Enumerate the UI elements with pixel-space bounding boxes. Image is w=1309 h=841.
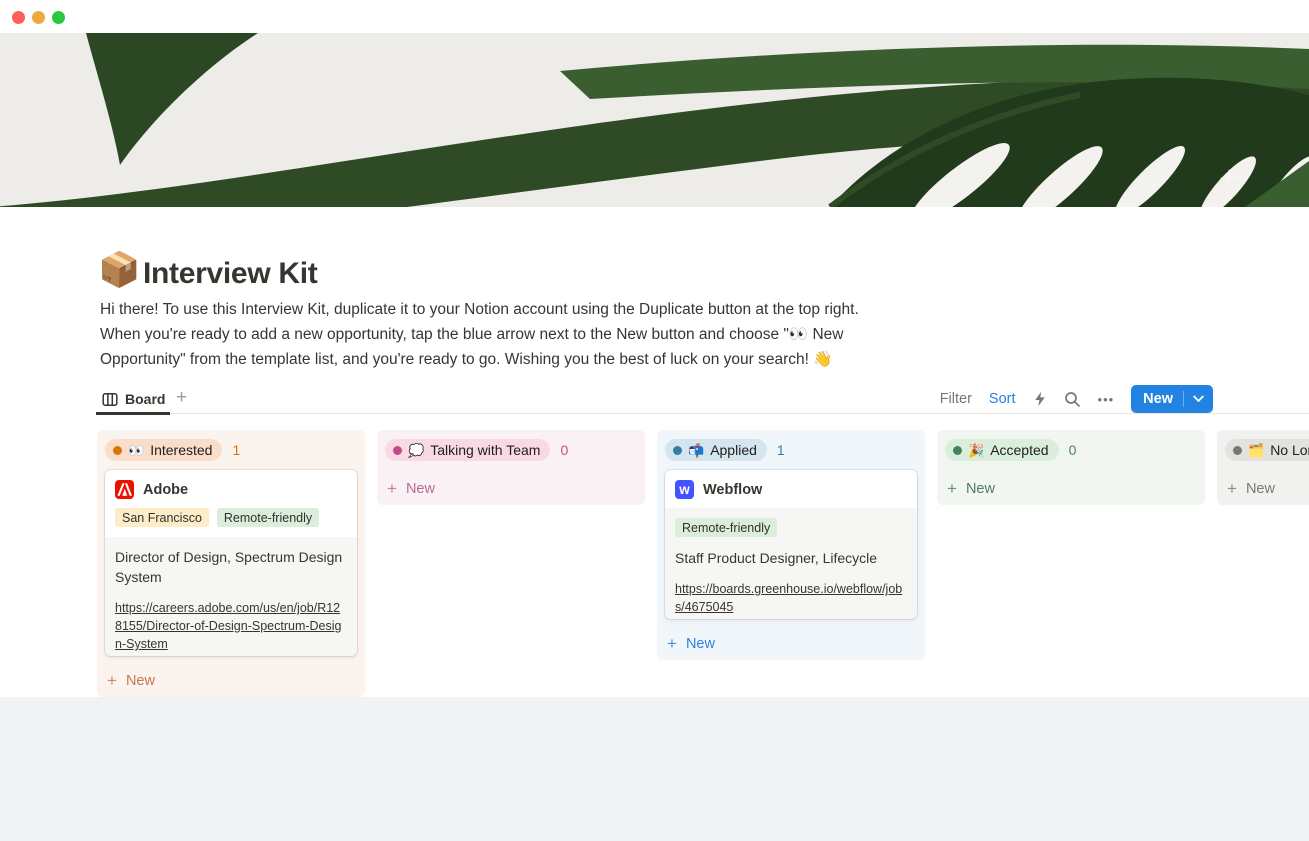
party-popper-emoji-icon: 🎉 bbox=[968, 444, 984, 457]
plus-icon: + bbox=[387, 480, 397, 497]
card-header: Adobe bbox=[105, 470, 357, 508]
column-name: Interested bbox=[150, 442, 212, 458]
adobe-logo-icon bbox=[115, 480, 134, 499]
webflow-logo-icon: w bbox=[675, 480, 694, 499]
board-column-accepted: 🎉 Accepted 0 + New bbox=[937, 430, 1205, 505]
column-header: 👀 Interested 1 bbox=[97, 430, 365, 467]
add-card-label: New bbox=[406, 481, 435, 497]
board-column-interested: 👀 Interested 1 Adobe San Francisco Remot… bbox=[97, 430, 365, 697]
page-content: 📦 Interview Kit Hi there! To use this In… bbox=[0, 207, 1309, 697]
new-button-label: New bbox=[1131, 391, 1183, 407]
add-card-label: New bbox=[126, 673, 155, 689]
add-card-button-accepted[interactable]: + New bbox=[937, 472, 1205, 505]
column-name: No Lon bbox=[1270, 442, 1309, 458]
card-role: Director of Design, Spectrum Design Syst… bbox=[115, 547, 347, 587]
add-card-label: New bbox=[966, 481, 995, 497]
card-index-dividers-emoji-icon: 🗂️ bbox=[1248, 444, 1264, 457]
card-company-name: Webflow bbox=[703, 482, 762, 498]
column-status-pill-talking[interactable]: 💭 Talking with Team bbox=[385, 439, 550, 461]
tag-remote: Remote-friendly bbox=[217, 508, 319, 527]
column-name: Accepted bbox=[990, 442, 1048, 458]
page-title: Interview Kit bbox=[143, 257, 317, 291]
column-header: 📬 Applied 1 bbox=[657, 430, 925, 467]
card-webflow[interactable]: w Webflow Remote-friendly Staff Product … bbox=[665, 470, 917, 619]
status-dot bbox=[673, 446, 682, 455]
window-background bbox=[0, 697, 1309, 841]
status-dot bbox=[953, 446, 962, 455]
add-card-button-no-longer[interactable]: + New bbox=[1217, 472, 1309, 505]
card-role: Staff Product Designer, Lifecycle bbox=[675, 548, 907, 568]
card-adobe[interactable]: Adobe San Francisco Remote-friendly Dire… bbox=[105, 470, 357, 656]
window-minimize-button[interactable] bbox=[32, 11, 45, 24]
more-options-button[interactable]: ••• bbox=[1098, 392, 1115, 407]
column-count: 0 bbox=[1069, 442, 1077, 458]
column-header: 🎉 Accepted 0 bbox=[937, 430, 1205, 467]
active-tab-underline bbox=[96, 412, 170, 415]
add-card-button-interested[interactable]: + New bbox=[97, 664, 365, 697]
board-column-applied: 📬 Applied 1 w Webflow Remote-friendly St… bbox=[657, 430, 925, 660]
plus-icon: + bbox=[947, 480, 957, 497]
board-toolbar: Filter Sort ••• New bbox=[940, 384, 1213, 414]
sort-button[interactable]: Sort bbox=[989, 391, 1016, 407]
card-details: Remote-friendly Staff Product Designer, … bbox=[665, 508, 917, 619]
card-job-link[interactable]: https://boards.greenhouse.io/webflow/job… bbox=[675, 580, 907, 616]
column-count: 0 bbox=[560, 442, 568, 458]
window-titlebar bbox=[0, 0, 1309, 33]
card-company-name: Adobe bbox=[143, 482, 188, 498]
plus-icon: + bbox=[667, 635, 677, 652]
card-details: Director of Design, Spectrum Design Syst… bbox=[105, 537, 357, 656]
add-card-button-applied[interactable]: + New bbox=[657, 627, 925, 660]
card-job-link[interactable]: https://careers.adobe.com/us/en/job/R128… bbox=[115, 599, 347, 653]
add-card-label: New bbox=[686, 636, 715, 652]
plus-icon: + bbox=[107, 672, 117, 689]
status-dot bbox=[113, 446, 122, 455]
page-description: Hi there! To use this Interview Kit, dup… bbox=[100, 297, 866, 372]
card-tags: San Francisco Remote-friendly bbox=[105, 508, 357, 537]
card-tags: Remote-friendly bbox=[675, 518, 907, 537]
eyes-emoji-icon: 👀 bbox=[128, 444, 144, 457]
add-card-button-talking[interactable]: + New bbox=[377, 472, 645, 505]
monstera-leaves-illustration bbox=[0, 33, 1309, 207]
column-count: 1 bbox=[232, 442, 240, 458]
status-dot bbox=[393, 446, 402, 455]
thought-balloon-emoji-icon: 💭 bbox=[408, 444, 424, 457]
automations-bolt-icon[interactable] bbox=[1033, 391, 1047, 407]
card-header: w Webflow bbox=[665, 470, 917, 508]
plus-icon: + bbox=[1227, 480, 1237, 497]
column-count: 1 bbox=[777, 442, 785, 458]
column-status-pill-applied[interactable]: 📬 Applied bbox=[665, 439, 767, 461]
search-icon[interactable] bbox=[1064, 391, 1081, 408]
board-column-no-longer: 🗂️ No Lon + New bbox=[1217, 430, 1309, 505]
tab-board[interactable]: Board bbox=[96, 385, 171, 413]
column-status-pill-interested[interactable]: 👀 Interested bbox=[105, 439, 222, 461]
filter-button[interactable]: Filter bbox=[940, 391, 972, 407]
tab-board-label: Board bbox=[125, 391, 165, 407]
window-close-button[interactable] bbox=[12, 11, 25, 24]
new-button[interactable]: New bbox=[1131, 385, 1213, 413]
tag-remote: Remote-friendly bbox=[675, 518, 777, 537]
board-column-talking-with-team: 💭 Talking with Team 0 + New bbox=[377, 430, 645, 505]
window-zoom-button[interactable] bbox=[52, 11, 65, 24]
column-header: 🗂️ No Lon bbox=[1217, 430, 1309, 467]
column-status-pill-accepted[interactable]: 🎉 Accepted bbox=[945, 439, 1059, 461]
status-dot bbox=[1233, 446, 1242, 455]
add-view-button[interactable]: + bbox=[176, 388, 187, 407]
column-header: 💭 Talking with Team 0 bbox=[377, 430, 645, 467]
mailbox-emoji-icon: 📬 bbox=[688, 444, 704, 457]
new-button-chevron-down-icon[interactable] bbox=[1184, 395, 1213, 403]
notion-window: 📦 Interview Kit Hi there! To use this In… bbox=[0, 0, 1309, 841]
column-name: Talking with Team bbox=[430, 442, 540, 458]
column-name: Applied bbox=[710, 442, 757, 458]
column-status-pill-no-longer[interactable]: 🗂️ No Lon bbox=[1225, 439, 1309, 461]
board-view-icon bbox=[102, 392, 118, 407]
page-icon[interactable]: 📦 bbox=[98, 253, 140, 287]
tag-location: San Francisco bbox=[115, 508, 209, 527]
cover-image bbox=[0, 33, 1309, 207]
add-card-label: New bbox=[1246, 481, 1275, 497]
